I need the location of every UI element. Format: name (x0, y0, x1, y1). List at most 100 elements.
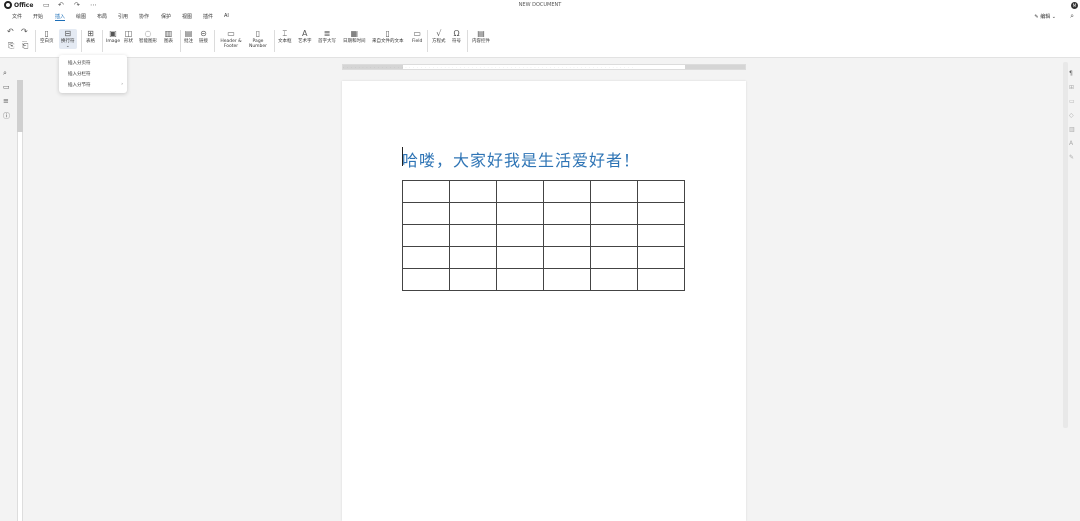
page-number-button[interactable]: ▯ Page Number (246, 29, 270, 49)
chart-settings-icon[interactable]: ▥ (1069, 126, 1075, 133)
table-cell[interactable] (402, 202, 450, 225)
table-cell[interactable] (543, 202, 591, 225)
search-icon[interactable]: ⌕ (1070, 12, 1074, 21)
menu-plugins[interactable]: 插件 (203, 13, 213, 20)
date-time-label: 日期和时间 (343, 39, 366, 44)
image-button[interactable]: ▣ Image (106, 29, 120, 44)
table-cell[interactable] (543, 246, 591, 269)
table-cell[interactable] (449, 246, 497, 269)
table-cell[interactable] (496, 246, 544, 269)
smart-art-icon: ◌ (144, 29, 152, 38)
edit-mode-button[interactable]: ✎ 编辑 ⌄ (1034, 13, 1056, 20)
table-cell[interactable] (402, 246, 450, 269)
chart-button[interactable]: ▥ 图表 (164, 29, 173, 44)
insert-section-break-item[interactable]: 插入分节符 (68, 82, 91, 88)
ruler-ticks: · · · · · · · · · · · · · · · · · · · · … (343, 65, 635, 69)
menu-collaborate[interactable]: 协作 (139, 13, 149, 20)
menu-insert[interactable]: 插入 (55, 13, 66, 21)
user-avatar[interactable]: M (1071, 2, 1078, 9)
table-settings-icon[interactable]: ⊞ (1069, 84, 1074, 91)
table-button[interactable]: ⊞ 表格 (86, 29, 95, 44)
blank-page-button[interactable]: ▯ 空白页 (40, 29, 54, 44)
menu-home[interactable]: 开始 (33, 13, 43, 20)
ribbon-divider (180, 30, 181, 52)
table-cell[interactable] (402, 180, 450, 203)
header-settings-icon[interactable]: ▭ (1069, 98, 1075, 105)
link-button[interactable]: ⊝ 链接 (199, 29, 208, 44)
table-cell[interactable] (449, 268, 497, 291)
comments-icon[interactable]: ▭ (3, 83, 10, 91)
menu-view[interactable]: 视图 (182, 13, 192, 20)
outline-icon[interactable]: ≡ (3, 97, 9, 105)
table-label: 表格 (86, 39, 95, 44)
title-bar: Office ▭ ↶ ↷ ⋯ NEW DOCUMENT M (0, 0, 1080, 11)
table-cell[interactable] (449, 180, 497, 203)
submenu-arrow-icon: › (121, 82, 123, 87)
table-cell[interactable] (590, 202, 638, 225)
table-cell[interactable] (543, 180, 591, 203)
document-page[interactable]: 哈喽，大家好我是生活爱好者！ (342, 81, 746, 521)
table-cell[interactable] (449, 202, 497, 225)
info-icon[interactable]: ⓘ (3, 111, 10, 121)
menu-protect[interactable]: 保护 (161, 13, 171, 20)
table-cell[interactable] (402, 268, 450, 291)
table-cell[interactable] (637, 180, 685, 203)
drop-cap-button[interactable]: ≣ 首字大写 (318, 29, 336, 44)
symbol-button[interactable]: Ω 符号 (452, 29, 461, 44)
table-cell[interactable] (637, 224, 685, 247)
art-text-button[interactable]: A 艺术字 (298, 29, 312, 44)
signature-settings-icon[interactable]: ✎ (1069, 154, 1074, 161)
table-cell[interactable] (590, 180, 638, 203)
table-cell[interactable] (590, 224, 638, 247)
copy-button[interactable]: ⎘ (8, 41, 14, 51)
comment-button[interactable]: ▤ 批注 (184, 29, 193, 44)
table-cell[interactable] (590, 246, 638, 269)
field-label: Field (412, 39, 423, 44)
page-break-button[interactable]: ⊟ 换行符 ⌄ (59, 29, 77, 49)
menu-layout[interactable]: 布局 (97, 13, 107, 20)
shape-settings-icon[interactable]: ◇ (1069, 112, 1074, 119)
smart-art-label: 智能图形 (139, 39, 157, 44)
table-cell[interactable] (496, 268, 544, 291)
insert-page-break-item[interactable]: 插入分页符 (68, 60, 91, 66)
menu-references[interactable]: 引用 (118, 13, 128, 20)
table-cell[interactable] (496, 224, 544, 247)
table-cell[interactable] (496, 180, 544, 203)
table-cell[interactable] (402, 224, 450, 247)
table-cell[interactable] (637, 268, 685, 291)
insert-column-break-item[interactable]: 插入分栏符 (68, 71, 91, 77)
table-cell[interactable] (543, 224, 591, 247)
date-time-button[interactable]: ▦ 日期和时间 (343, 29, 366, 44)
paste-icon: ⎗ (22, 41, 29, 50)
table-cell[interactable] (543, 268, 591, 291)
undo-button[interactable]: ↶ (7, 27, 14, 37)
paragraph-settings-icon[interactable]: ¶ (1069, 70, 1073, 77)
comment-label: 批注 (184, 39, 193, 44)
from-file-button[interactable]: ▯ 来自文件的文本 (372, 29, 404, 44)
header-footer-button[interactable]: ▭ Header & Footer (219, 29, 243, 49)
table-cell[interactable] (449, 224, 497, 247)
document-heading[interactable]: 哈喽，大家好我是生活爱好者！ (402, 147, 640, 171)
table-cell[interactable] (590, 268, 638, 291)
text-box-button[interactable]: ⌶ 文本框 (278, 29, 292, 44)
menu-ai[interactable]: AI (224, 13, 229, 19)
equation-button[interactable]: √ 方程式 (432, 29, 446, 44)
search-icon[interactable]: ⌕ (3, 69, 7, 78)
table-cell[interactable] (496, 202, 544, 225)
menu-draw[interactable]: 绘图 (76, 13, 86, 20)
redo-button[interactable]: ↷ (21, 27, 28, 37)
paste-button[interactable]: ⎗ (22, 41, 28, 51)
menu-file[interactable]: 文件 (12, 13, 22, 20)
text-art-settings-icon[interactable]: A (1069, 140, 1073, 147)
table-cell[interactable] (637, 246, 685, 269)
field-button[interactable]: ▭ Field (412, 29, 422, 44)
horizontal-ruler[interactable]: · · · · · · · · · · · · · · · · · · · · … (342, 64, 746, 70)
equation-icon: √ (436, 29, 442, 38)
table-cell[interactable] (637, 202, 685, 225)
smart-art-button[interactable]: ◌ 智能图形 (139, 29, 157, 44)
table-row (402, 180, 685, 203)
blank-page-label: 空白页 (40, 39, 54, 44)
document-table[interactable] (402, 180, 685, 291)
shapes-button[interactable]: ◫ 形状 (124, 29, 133, 44)
content-control-button[interactable]: ▤ 内容控件 (472, 29, 490, 44)
